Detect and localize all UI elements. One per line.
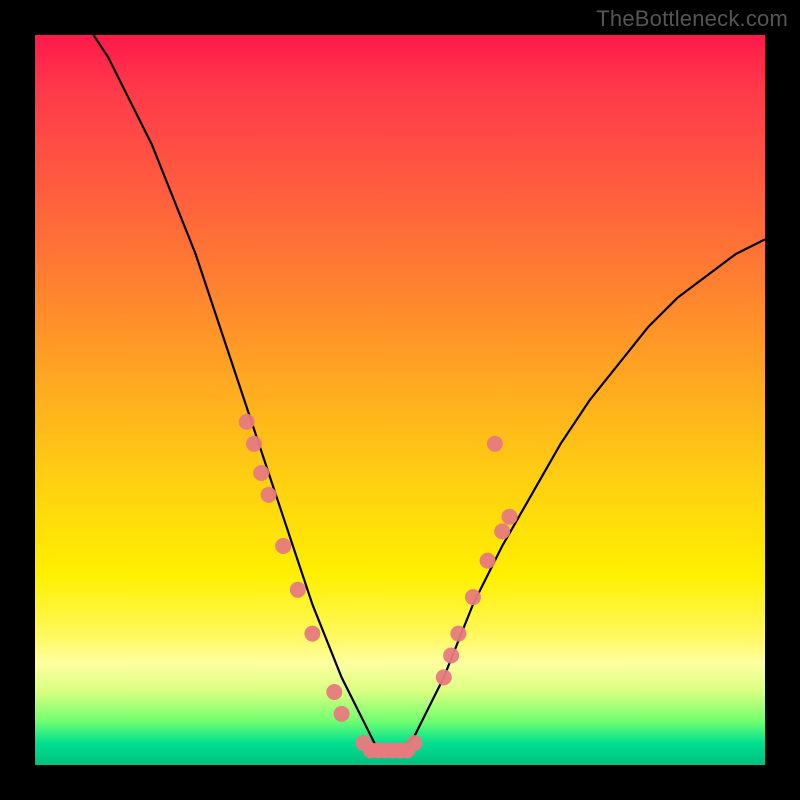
watermark-text: TheBottleneck.com (596, 6, 788, 32)
marker-point (494, 523, 510, 539)
marker-point (502, 509, 518, 525)
marker-point (487, 436, 503, 452)
marker-point (334, 706, 350, 722)
min-bar (364, 744, 415, 756)
marker-point (450, 626, 466, 642)
bottleneck-curve (93, 35, 765, 750)
marker-point (239, 414, 255, 430)
marker-point (246, 436, 262, 452)
marker-point (261, 487, 277, 503)
marker-point (436, 669, 452, 685)
marker-point (465, 589, 481, 605)
marker-point (253, 465, 269, 481)
marker-point (480, 553, 496, 569)
chart-overlay (35, 35, 765, 765)
plot-area (35, 35, 765, 765)
marker-point (290, 582, 306, 598)
chart-frame: TheBottleneck.com (0, 0, 800, 800)
marker-point (326, 684, 342, 700)
marker-point (443, 648, 459, 664)
marker-point (304, 626, 320, 642)
marker-group (239, 414, 518, 759)
curve-line (93, 35, 765, 750)
marker-point (275, 538, 291, 554)
